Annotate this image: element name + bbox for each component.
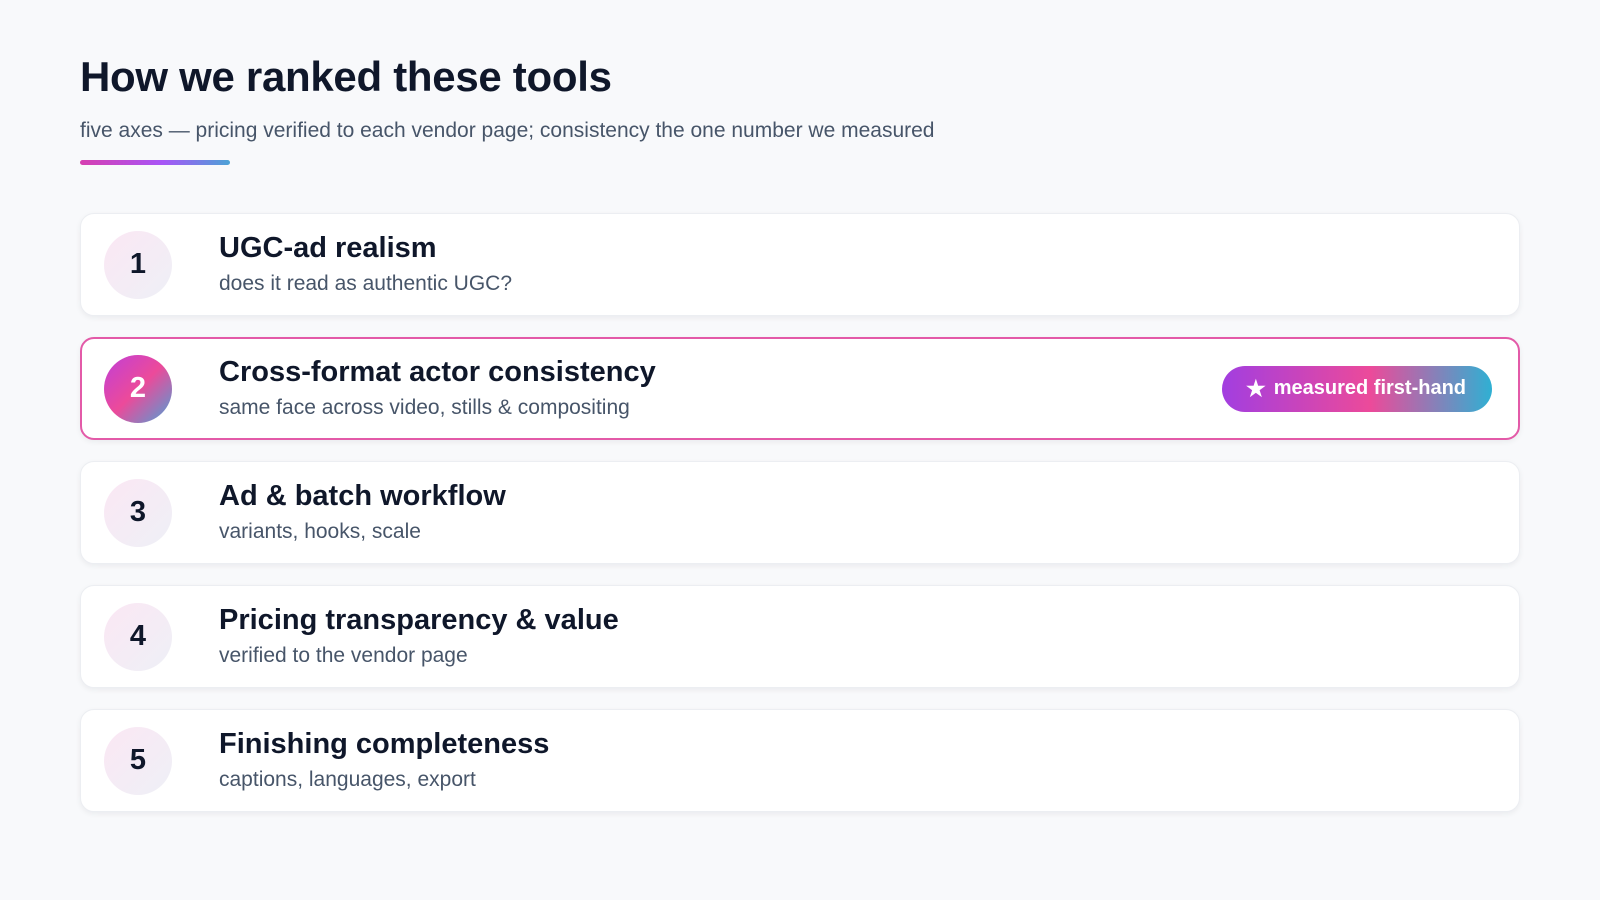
axis-title: Ad & batch workflow xyxy=(219,480,506,512)
axis-title: Cross-format actor consistency xyxy=(219,356,656,388)
axis-card-2: 2 Cross-format actor consistency same fa… xyxy=(80,337,1520,440)
axis-description: captions, languages, export xyxy=(219,768,476,791)
axis-number-badge: 1 xyxy=(104,230,172,299)
axis-description: verified to the vendor page xyxy=(219,644,468,667)
measured-first-hand-badge: ★ measured first-hand xyxy=(1222,365,1492,412)
axis-number-badge: 5 xyxy=(104,726,172,795)
axis-description: same face across video, stills & composi… xyxy=(219,396,630,419)
axis-card-5: 5 Finishing completeness captions, langu… xyxy=(80,709,1520,812)
page-subtitle: five axes — pricing verified to each ven… xyxy=(80,119,935,142)
axis-description: variants, hooks, scale xyxy=(219,520,421,543)
axis-card-4: 4 Pricing transparency & value verified … xyxy=(80,585,1520,688)
axis-card-3: 3 Ad & batch workflow variants, hooks, s… xyxy=(80,461,1520,564)
axis-title: Pricing transparency & value xyxy=(219,604,619,636)
axis-text: Ad & batch workflow variants, hooks, sca… xyxy=(219,478,506,547)
accent-underline xyxy=(80,160,230,165)
axis-title: Finishing completeness xyxy=(219,728,550,760)
ranking-axes-list: 1 UGC-ad realism does it read as authent… xyxy=(80,213,1520,812)
axis-description: does it read as authentic UGC? xyxy=(219,272,512,295)
axis-title: UGC-ad realism xyxy=(219,232,437,264)
axis-number-badge: 3 xyxy=(104,478,172,547)
page: How we ranked these tools five axes — pr… xyxy=(0,0,1600,900)
page-title: How we ranked these tools xyxy=(80,53,612,100)
axis-number-badge: 4 xyxy=(104,602,172,671)
axis-text: Finishing completeness captions, languag… xyxy=(219,726,549,795)
star-icon: ★ xyxy=(1246,375,1266,401)
badge-label: measured first-hand xyxy=(1273,377,1466,399)
axis-text: Pricing transparency & value verified to… xyxy=(219,602,619,671)
axis-text: Cross-format actor consistency same face… xyxy=(219,354,656,423)
axis-number-badge: 2 xyxy=(104,354,172,423)
axis-text: UGC-ad realism does it read as authentic… xyxy=(219,230,512,299)
axis-card-1: 1 UGC-ad realism does it read as authent… xyxy=(80,213,1520,316)
